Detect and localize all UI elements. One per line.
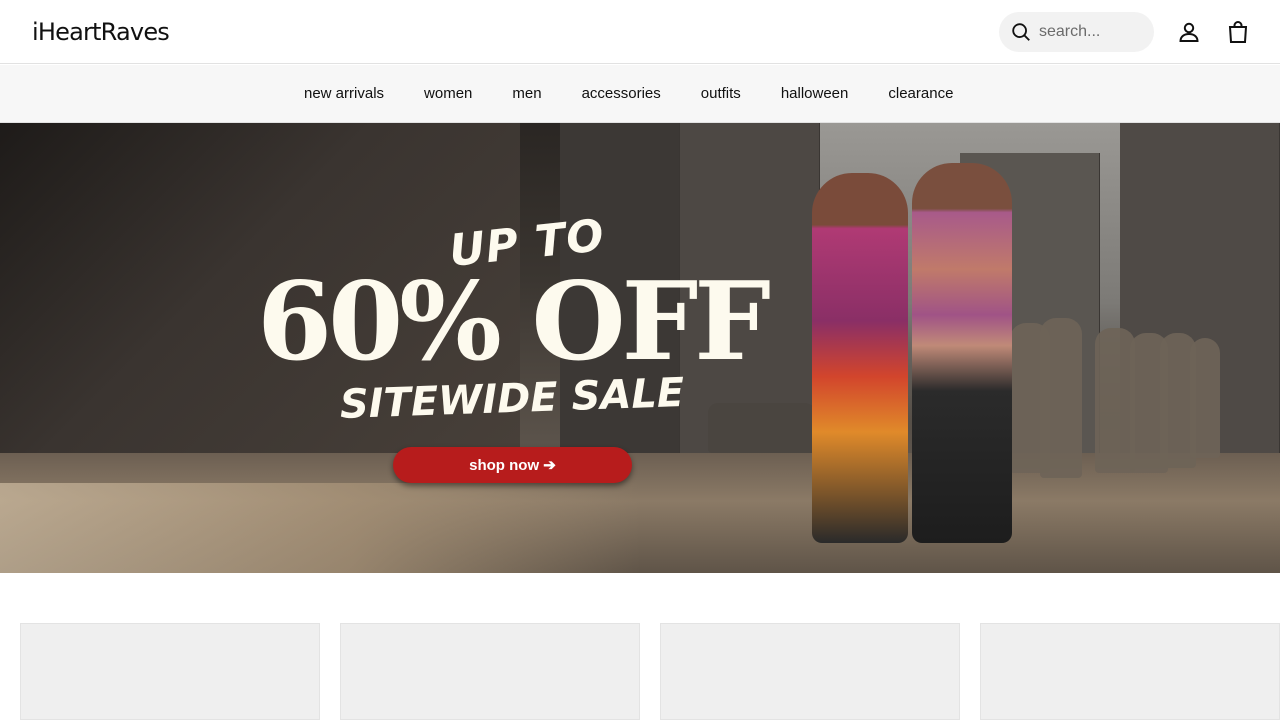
hero-zombie — [1190, 338, 1220, 458]
nav-item-women[interactable]: women — [424, 65, 472, 123]
product-card[interactable] — [340, 623, 640, 720]
nav-item-halloween[interactable]: halloween — [781, 65, 849, 123]
product-grid — [0, 623, 1280, 720]
main-nav: new arrivals women men accessories outfi… — [0, 65, 1280, 123]
search-icon[interactable] — [999, 12, 1039, 52]
hero-zombie — [1040, 318, 1082, 478]
hero-road — [0, 483, 640, 573]
search-input[interactable] — [1039, 12, 1144, 52]
search-bar[interactable] — [999, 12, 1154, 52]
nav-item-outfits[interactable]: outfits — [701, 65, 741, 123]
hero-headline: UP TO 60% OFF SITEWIDE SALE — [238, 210, 786, 428]
shop-now-button[interactable]: shop now ➔ — [393, 447, 632, 483]
nav-item-new-arrivals[interactable]: new arrivals — [304, 65, 384, 123]
shopping-bag-icon[interactable] — [1222, 16, 1254, 48]
nav-item-accessories[interactable]: accessories — [582, 65, 661, 123]
user-icon[interactable] — [1173, 16, 1205, 48]
product-card[interactable] — [20, 623, 320, 720]
nav-item-clearance[interactable]: clearance — [888, 65, 953, 123]
hero-zombie — [1095, 328, 1135, 473]
nav-item-men[interactable]: men — [512, 65, 541, 123]
site-header: iHeartRaves — [0, 0, 1280, 64]
product-card[interactable] — [660, 623, 960, 720]
hero-banner[interactable]: UP TO 60% OFF SITEWIDE SALE shop now ➔ — [0, 123, 1280, 573]
hero-model-bikini — [912, 163, 1012, 543]
site-logo[interactable]: iHeartRaves — [32, 17, 170, 47]
hero-model-overalls — [812, 173, 908, 543]
product-card[interactable] — [980, 623, 1280, 720]
